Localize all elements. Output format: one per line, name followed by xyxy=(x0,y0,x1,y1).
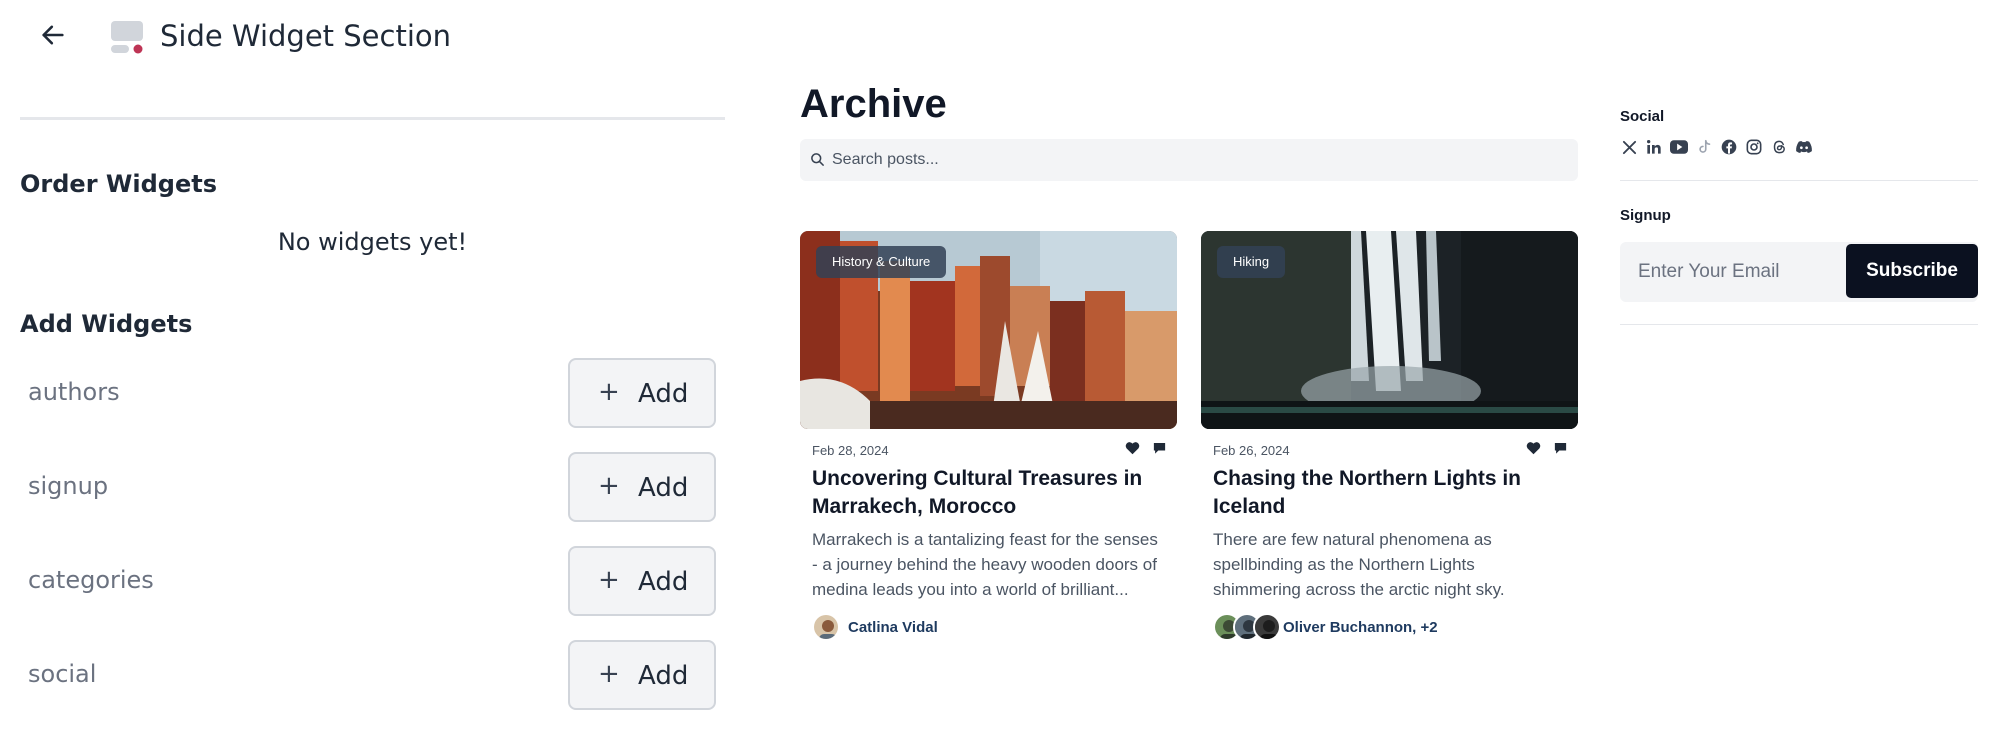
add-button-label: Add xyxy=(638,567,689,597)
plus-icon: + xyxy=(598,565,620,595)
avatar xyxy=(812,613,840,641)
sidebar-divider xyxy=(1620,180,1978,181)
author-avatars xyxy=(812,613,840,641)
email-field[interactable] xyxy=(1620,242,1840,302)
empty-widgets-message: No widgets yet! xyxy=(277,228,468,256)
threads-icon[interactable] xyxy=(1770,138,1788,156)
order-widgets-heading: Order Widgets xyxy=(20,170,217,198)
widget-row-social: social + Add xyxy=(0,640,745,712)
back-button[interactable] xyxy=(36,18,70,52)
sidebar-divider xyxy=(1620,324,1978,325)
youtube-icon[interactable] xyxy=(1670,138,1688,156)
author-name[interactable]: Catlina Vidal xyxy=(848,619,938,636)
add-button-label: Add xyxy=(638,473,689,503)
archive-title: Archive xyxy=(800,82,947,126)
signup-label: Signup xyxy=(1620,207,1671,224)
widget-name: categories xyxy=(28,566,154,594)
signup-form: Subscribe xyxy=(1620,242,1978,302)
add-button-label: Add xyxy=(638,661,689,691)
tiktok-icon[interactable] xyxy=(1695,138,1713,156)
arrow-left-icon xyxy=(42,25,64,45)
add-widgets-heading: Add Widgets xyxy=(20,310,193,338)
heart-icon[interactable] xyxy=(1125,441,1140,455)
post-date: Feb 28, 2024 xyxy=(812,443,889,458)
header-divider xyxy=(20,117,725,120)
editor-header: Side Widget Section xyxy=(0,0,745,74)
author-name[interactable]: Oliver Buchannon, +2 xyxy=(1283,619,1438,636)
search-icon xyxy=(811,153,824,166)
post-actions xyxy=(1526,441,1568,455)
post-category-badge[interactable]: Hiking xyxy=(1217,246,1286,278)
post-card[interactable]: Hiking Feb 26, 2024 Chasing the Northern… xyxy=(1201,231,1578,647)
post-meta: Feb 26, 2024 xyxy=(1201,429,1578,465)
author-avatars xyxy=(1213,613,1281,641)
post-actions xyxy=(1125,441,1167,455)
post-title[interactable]: Uncovering Cultural Treasures in Marrake… xyxy=(800,465,1177,521)
add-authors-widget-button[interactable]: + Add xyxy=(568,358,716,428)
add-button-label: Add xyxy=(638,379,689,409)
post-author[interactable]: Catlina Vidal xyxy=(800,611,1177,647)
post-category-badge[interactable]: History & Culture xyxy=(816,246,947,278)
widget-row-categories: categories + Add xyxy=(0,546,745,618)
widget-editor-panel: Side Widget Section Order Widgets No wid… xyxy=(0,0,745,715)
avatar xyxy=(1253,613,1281,641)
archive-preview: Archive Search posts... History & Cultur… xyxy=(778,64,2000,730)
page-title: Side Widget Section xyxy=(160,19,452,53)
social-icons xyxy=(1620,138,1813,156)
add-social-widget-button[interactable]: + Add xyxy=(568,640,716,710)
linkedin-icon[interactable] xyxy=(1645,138,1663,156)
subscribe-button[interactable]: Subscribe xyxy=(1846,244,1978,298)
post-date: Feb 26, 2024 xyxy=(1213,443,1290,458)
plus-icon: + xyxy=(598,471,620,501)
side-widget-section-icon xyxy=(110,20,144,54)
social-label: Social xyxy=(1620,108,1665,125)
post-author[interactable]: Oliver Buchannon, +2 xyxy=(1201,611,1578,647)
post-image-iceland[interactable]: Hiking xyxy=(1201,231,1578,429)
post-card[interactable]: History & Culture Feb 28, 2024 Uncoverin… xyxy=(800,231,1177,647)
post-image-marrakech[interactable]: History & Culture xyxy=(800,231,1177,429)
post-excerpt: There are few natural phenomena as spell… xyxy=(1213,530,1505,599)
widget-name: social xyxy=(28,660,97,688)
plus-icon: + xyxy=(598,377,620,407)
search-bar xyxy=(800,139,1578,181)
comment-icon[interactable] xyxy=(1152,441,1167,455)
x-icon[interactable] xyxy=(1620,138,1638,156)
facebook-icon[interactable] xyxy=(1720,138,1738,156)
instagram-icon[interactable] xyxy=(1745,138,1763,156)
widget-name: authors xyxy=(28,378,120,406)
add-categories-widget-button[interactable]: + Add xyxy=(568,546,716,616)
widget-name: signup xyxy=(28,472,109,500)
comment-icon[interactable] xyxy=(1553,441,1568,455)
discord-icon[interactable] xyxy=(1795,138,1813,156)
plus-icon: + xyxy=(598,659,620,689)
search-input[interactable] xyxy=(832,139,1562,181)
post-meta: Feb 28, 2024 xyxy=(800,429,1177,465)
add-signup-widget-button[interactable]: + Add xyxy=(568,452,716,522)
post-title[interactable]: Chasing the Northern Lights in Iceland xyxy=(1201,465,1578,521)
post-excerpt: Marrakech is a tantalizing feast for the… xyxy=(812,530,1158,599)
widget-row-signup: signup + Add xyxy=(0,452,745,524)
widget-row-authors: authors + Add xyxy=(0,358,745,430)
heart-icon[interactable] xyxy=(1526,441,1541,455)
